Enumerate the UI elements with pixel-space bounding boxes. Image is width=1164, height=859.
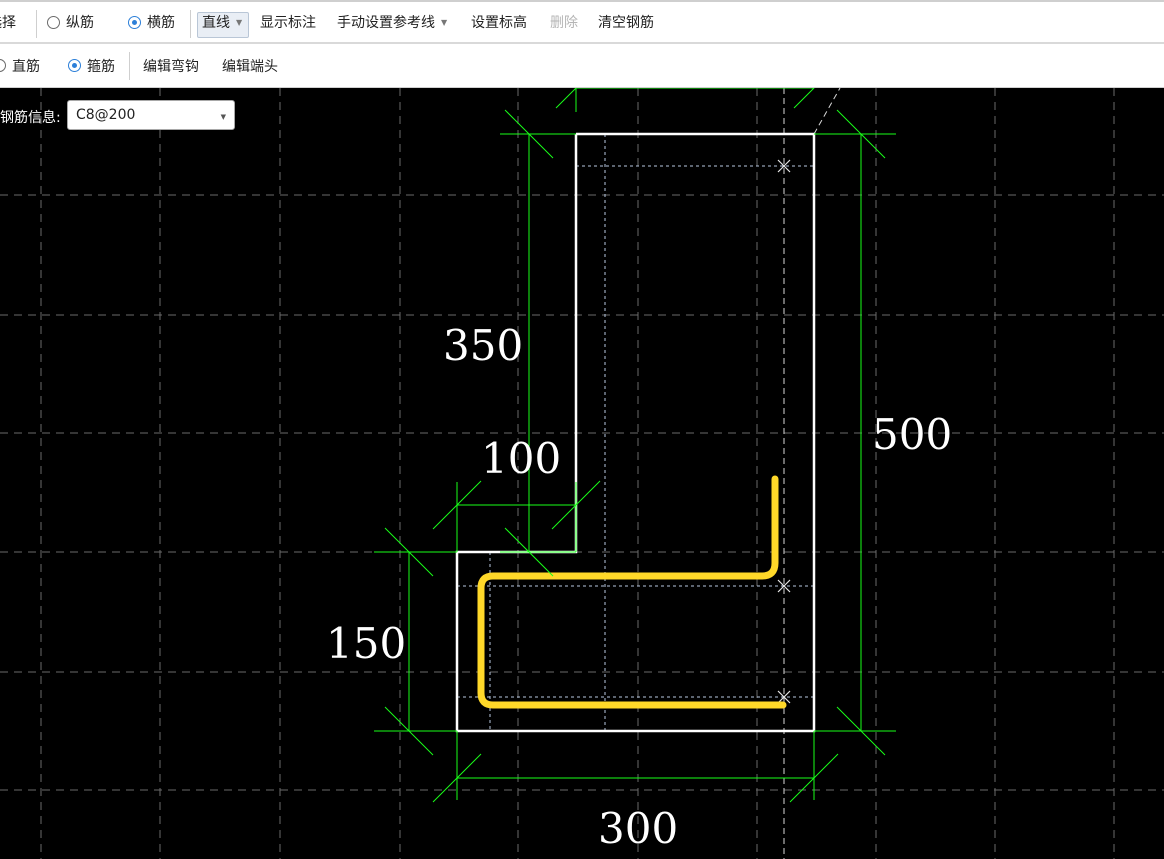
rebar-info-label: 钢筋信息: [0, 110, 61, 126]
line-mode-dropdown[interactable]: 直线 ▼ [202, 2, 242, 42]
separator [36, 10, 37, 38]
radio-selected-icon [68, 59, 81, 72]
chevron-down-icon: ▼ [441, 17, 448, 27]
rebar-info-value: C8@200 [76, 107, 136, 123]
radio-straight[interactable]: 直筋 [0, 44, 40, 87]
radio-longitudinal-label: 纵筋 [66, 15, 94, 31]
edit-hook-button[interactable]: 编辑弯钩 [143, 44, 199, 87]
edit-hook-label: 编辑弯钩 [143, 58, 199, 75]
dim-lower-height: 150 [326, 619, 406, 668]
radio-circle-icon [0, 59, 6, 72]
dim-total-width: 300 [598, 804, 678, 853]
delete-button[interactable]: 删除 [550, 2, 578, 42]
radio-stirrup-label: 箍筋 [87, 58, 115, 75]
canvas-background [0, 88, 1164, 859]
separator [190, 10, 191, 38]
select-button[interactable]: 选择 [0, 2, 16, 42]
clear-rebar-label: 清空钢筋 [598, 15, 654, 31]
dim-step-width: 100 [481, 434, 561, 483]
show-dims-label: 显示标注 [260, 15, 316, 31]
toolbar-top: 选择 纵筋 横筋 直线 ▼ 显示标注 手动设置参考线 ▼ 设置标高 删除 清空钢… [0, 0, 1164, 44]
chevron-down-icon: ▼ [236, 17, 243, 27]
radio-circle-icon [47, 15, 60, 29]
clear-rebar-button[interactable]: 清空钢筋 [598, 2, 654, 42]
toolbar-bottom: 直筋 箍筋 编辑弯钩 编辑端头 [0, 44, 1164, 88]
set-elevation-button[interactable]: 设置标高 [471, 2, 527, 42]
line-mode-label: 直线 [202, 15, 230, 31]
radio-stirrup[interactable]: 箍筋 [68, 44, 115, 87]
set-elevation-label: 设置标高 [471, 15, 527, 31]
radio-straight-label: 直筋 [12, 58, 40, 75]
drawing-canvas[interactable]: 350 500 100 150 300 [0, 88, 1164, 859]
radio-selected-icon [128, 15, 141, 29]
radio-transverse[interactable]: 横筋 [128, 2, 175, 42]
manual-ref-label: 手动设置参考线 [337, 15, 435, 31]
dim-upper-height: 350 [443, 321, 523, 370]
show-dims-button[interactable]: 显示标注 [260, 2, 316, 42]
dim-total-height: 500 [872, 410, 952, 459]
radio-longitudinal[interactable]: 纵筋 [47, 2, 94, 42]
radio-transverse-label: 横筋 [147, 15, 175, 31]
chevron-down-icon: ▼ [220, 113, 226, 121]
manual-ref-dropdown[interactable]: 手动设置参考线 ▼ [337, 2, 447, 42]
edit-end-button[interactable]: 编辑端头 [222, 44, 278, 87]
select-label: 选择 [0, 15, 16, 31]
separator [129, 52, 130, 80]
edit-end-label: 编辑端头 [222, 58, 278, 75]
rebar-info-select[interactable]: C8@200 ▼ [67, 100, 235, 130]
delete-label: 删除 [550, 15, 578, 31]
